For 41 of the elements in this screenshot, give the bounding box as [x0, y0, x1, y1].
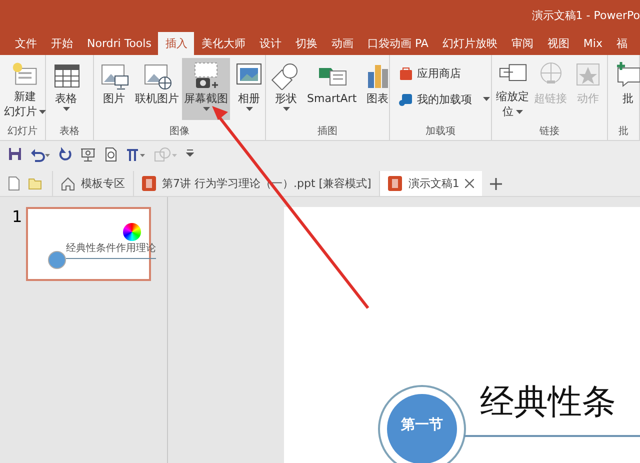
group-label: 表格	[58, 124, 80, 139]
ribbon-tab[interactable]: 开始	[44, 32, 80, 55]
tab-label: 演示文稿1	[408, 176, 460, 191]
window-title: 演示文稿1 - PowerPo	[532, 8, 640, 22]
ribbon-tab[interactable]: 美化大师	[194, 32, 252, 55]
ribbon-tab[interactable]: 福	[609, 32, 634, 55]
ribbon-tab[interactable]: 视图	[540, 32, 576, 55]
ribbon-button[interactable]: SmartArt	[305, 58, 359, 120]
ribbon-tab[interactable]: Mix	[576, 32, 610, 55]
group-label: 图像	[168, 125, 190, 139]
ribbon-button[interactable]: 相册	[231, 58, 267, 120]
ribbon-button[interactable]: 批	[610, 58, 640, 120]
ribbon-tab[interactable]: 插入	[158, 32, 194, 55]
ribbon-tab[interactable]: 设计	[252, 32, 288, 55]
slide-title: 经典性条	[480, 381, 616, 424]
tab-label: 模板专区	[81, 176, 125, 191]
ribbon-tab[interactable]: 动画	[324, 32, 360, 55]
ribbon-button[interactable]: 屏幕截图	[182, 58, 230, 120]
ribbon-button[interactable]: 我的加载项	[396, 90, 492, 108]
group-label: 批	[618, 124, 630, 139]
group-label: 加载项	[424, 124, 456, 139]
ribbon-tab[interactable]: Nordri Tools	[80, 32, 158, 55]
ribbon-button[interactable]: 表格	[48, 58, 84, 120]
ribbon-button[interactable]: 应用商店	[396, 64, 492, 82]
ribbon-tab[interactable]: 口袋动画 PA	[360, 32, 436, 55]
ribbon-tab[interactable]: 幻灯片放映	[435, 32, 504, 55]
ribbon-button[interactable]: 新建 幻灯片	[2, 58, 48, 120]
ribbon-button[interactable]: 联机图片	[133, 58, 181, 120]
ribbon-tab[interactable]: 文件	[8, 32, 44, 55]
document-tab[interactable]: 演示文稿1	[379, 171, 482, 196]
ribbon-button[interactable]: 图表	[360, 58, 396, 120]
ribbon-tab[interactable]: 审阅	[504, 32, 540, 55]
ribbon-button[interactable]: 形状	[268, 58, 304, 120]
group-label: 链接	[538, 124, 560, 139]
group-label: 幻灯片	[6, 124, 38, 139]
ribbon-button[interactable]: 图片	[96, 58, 132, 120]
section-badge: 第一节	[387, 394, 457, 463]
group-label: 插图	[316, 125, 338, 139]
slide-number: 1	[12, 207, 22, 228]
ribbon-tab[interactable]: 切换	[288, 32, 324, 55]
ribbon-button[interactable]: 缩放定 位	[494, 58, 531, 120]
